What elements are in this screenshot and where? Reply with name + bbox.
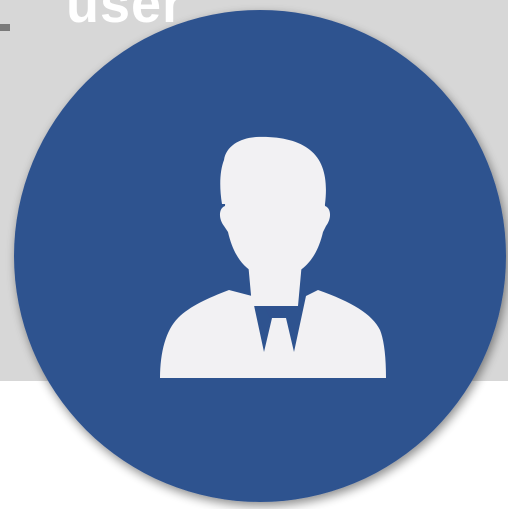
user-avatar-graphic: user <box>0 0 508 509</box>
avatar <box>14 10 506 502</box>
